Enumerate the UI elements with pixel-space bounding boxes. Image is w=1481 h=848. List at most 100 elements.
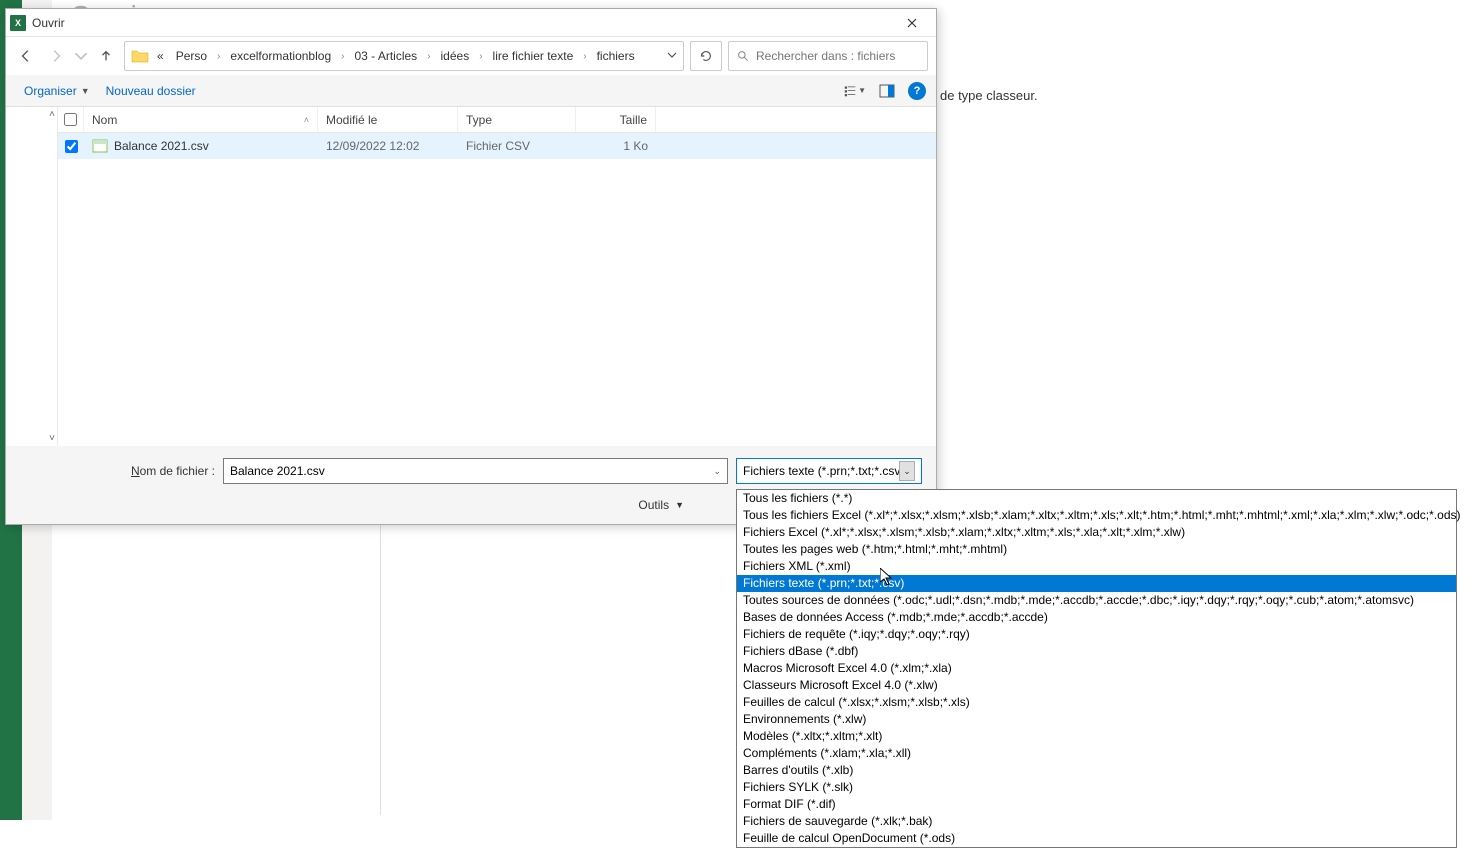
filetype-option[interactable]: Macros Microsoft Excel 4.0 (*.xlm;*.xla) (737, 660, 1456, 677)
file-row[interactable]: Balance 2021.csv 12/09/2022 12:02 Fichie… (58, 133, 936, 159)
content-area: ˄ ˅ Nom˄ Modifié le Type Taille Balance … (6, 107, 936, 446)
open-dialog: X Ouvrir « Perso › excelformationblog › … (5, 8, 937, 525)
chevron-down-icon (74, 49, 88, 63)
filetype-option[interactable]: Fichiers SYLK (*.slk) (737, 779, 1456, 796)
list-view-icon (844, 83, 856, 99)
scroll-down[interactable]: ˅ (49, 433, 55, 444)
breadcrumb-sep: › (339, 51, 346, 62)
search-box[interactable] (728, 41, 928, 71)
filetype-option[interactable]: Tous les fichiers Excel (*.xl*;*.xlsx;*.… (737, 507, 1456, 524)
filetype-option[interactable]: Tous les fichiers (*.*) (737, 490, 1456, 507)
back-button[interactable] (14, 44, 38, 68)
filename-value: Balance 2021.csv (230, 464, 325, 478)
check-all-box[interactable] (64, 113, 77, 126)
filetype-option[interactable]: Format DIF (*.dif) (737, 796, 1456, 813)
dialog-title: Ouvrir (32, 16, 892, 30)
refresh-icon (699, 49, 713, 63)
col-modified[interactable]: Modifié le (318, 107, 458, 132)
chevron-down-icon[interactable]: ⌄ (713, 466, 721, 477)
breadcrumb-prefix[interactable]: « (153, 47, 168, 65)
address-bar[interactable]: « Perso › excelformationblog › 03 - Arti… (124, 41, 684, 71)
filetype-option[interactable]: Modèles (*.xltx;*.xltm;*.xlt) (737, 728, 1456, 745)
breadcrumb-sep: › (215, 51, 222, 62)
arrow-up-icon (99, 49, 113, 63)
search-icon (737, 50, 750, 63)
preview-pane-button[interactable] (876, 80, 898, 102)
close-button[interactable] (892, 10, 932, 36)
filetype-option[interactable]: Feuille de calcul OpenDocument (*.ods) (737, 830, 1456, 847)
filetype-option[interactable]: Fichiers Excel (*.xl*;*.xlsx;*.xlsm;*.xl… (737, 524, 1456, 541)
preview-icon (879, 83, 895, 99)
filetype-option[interactable]: Compléments (*.xlam;*.xla;*.xll) (737, 745, 1456, 762)
up-button[interactable] (94, 44, 118, 68)
filetype-select[interactable]: Fichiers texte (*.prn;*.txt;*.csv) ⌄ (736, 458, 922, 484)
filetype-option[interactable]: Fichiers dBase (*.dbf) (737, 643, 1456, 660)
chevron-down-icon: ▼ (675, 500, 684, 510)
breadcrumb-sep: › (581, 51, 588, 62)
filename-input[interactable]: Balance 2021.csv ⌄ (223, 458, 728, 484)
filetype-option[interactable]: Environnements (*.xlw) (737, 711, 1456, 728)
breadcrumb-item[interactable]: lire fichier texte (489, 47, 578, 65)
chevron-down-icon: ▼ (81, 86, 90, 96)
chevron-down-icon[interactable]: ⌄ (899, 461, 915, 481)
column-headers: Nom˄ Modifié le Type Taille (58, 107, 936, 133)
filetype-option[interactable]: Fichiers de sauvegarde (*.xlk;*.bak) (737, 813, 1456, 830)
breadcrumb-item[interactable]: fichiers (593, 47, 639, 65)
organize-label: Organiser (24, 84, 77, 98)
file-type: Fichier CSV (458, 133, 576, 159)
breadcrumb-item[interactable]: 03 - Articles (350, 47, 421, 65)
nav-row: « Perso › excelformationblog › 03 - Arti… (6, 37, 936, 75)
filetype-option[interactable]: Barres d'outils (*.xlb) (737, 762, 1456, 779)
col-name[interactable]: Nom˄ (84, 107, 318, 132)
sort-indicator: ˄ (304, 115, 309, 125)
filename-label: Nom de fichier : (20, 464, 215, 478)
chevron-down-icon: ▼ (858, 86, 866, 95)
check-all[interactable] (58, 107, 84, 132)
new-folder-button[interactable]: Nouveau dossier (98, 80, 204, 102)
bg-divider (380, 525, 381, 815)
breadcrumb-item[interactable]: excelformationblog (226, 47, 335, 65)
col-type[interactable]: Type (458, 107, 576, 132)
search-input[interactable] (756, 49, 919, 63)
filetype-option[interactable]: Feuilles de calcul (*.xlsx;*.xlsm;*.xlsb… (737, 694, 1456, 711)
folder-icon (131, 48, 149, 64)
chevron-down-icon (667, 50, 677, 60)
toolbar: Organiser ▼ Nouveau dossier ▼ ? (6, 75, 936, 107)
forward-button[interactable] (44, 44, 68, 68)
close-icon (907, 18, 917, 28)
arrow-right-icon (49, 49, 63, 63)
filetype-option[interactable]: Toutes sources de données (*.odc;*.udl;*… (737, 592, 1456, 609)
filetype-option[interactable]: Bases de données Access (*.mdb;*.mde;*.a… (737, 609, 1456, 626)
file-list: Nom˄ Modifié le Type Taille Balance 2021… (58, 107, 936, 446)
breadcrumb-item[interactable]: idées (437, 47, 474, 65)
view-mode-button[interactable]: ▼ (844, 80, 866, 102)
refresh-button[interactable] (690, 41, 722, 71)
file-name: Balance 2021.csv (114, 139, 209, 153)
file-checkbox[interactable] (65, 140, 78, 153)
filetype-dropdown[interactable]: Tous les fichiers (*.*)Tous les fichiers… (736, 489, 1457, 848)
arrow-left-icon (19, 49, 33, 63)
scroll-up[interactable]: ˄ (49, 109, 55, 120)
filetype-value: Fichiers texte (*.prn;*.txt;*.csv) (743, 464, 899, 478)
file-modified: 12/09/2022 12:02 (318, 133, 458, 159)
filetype-option[interactable]: Toutes les pages web (*.htm;*.html;*.mht… (737, 541, 1456, 558)
help-button[interactable]: ? (908, 82, 926, 100)
csv-file-icon (92, 139, 108, 153)
filetype-option[interactable]: Fichiers texte (*.prn;*.txt;*.csv) (737, 575, 1456, 592)
filetype-option[interactable]: Fichiers XML (*.xml) (737, 558, 1456, 575)
bg-right-text: de type classeur. (940, 88, 1038, 103)
tools-button[interactable]: Outils ▼ (630, 494, 692, 516)
breadcrumb-item[interactable]: Perso (172, 47, 211, 65)
tools-label: Outils (638, 498, 669, 512)
col-size[interactable]: Taille (576, 107, 656, 132)
recent-button[interactable] (74, 44, 88, 68)
breadcrumb-sep: › (477, 51, 484, 62)
folder-tree[interactable]: ˄ ˅ (6, 107, 58, 446)
filetype-option[interactable]: Classeurs Microsoft Excel 4.0 (*.xlw) (737, 677, 1456, 694)
file-size: 1 Ko (576, 133, 656, 159)
organize-button[interactable]: Organiser ▼ (16, 80, 98, 102)
filename-row: Nom de fichier : Balance 2021.csv ⌄ Fich… (20, 458, 922, 484)
address-dropdown[interactable] (667, 49, 677, 63)
new-folder-label: Nouveau dossier (106, 84, 196, 98)
filetype-option[interactable]: Fichiers de requête (*.iqy;*.dqy;*.oqy;*… (737, 626, 1456, 643)
